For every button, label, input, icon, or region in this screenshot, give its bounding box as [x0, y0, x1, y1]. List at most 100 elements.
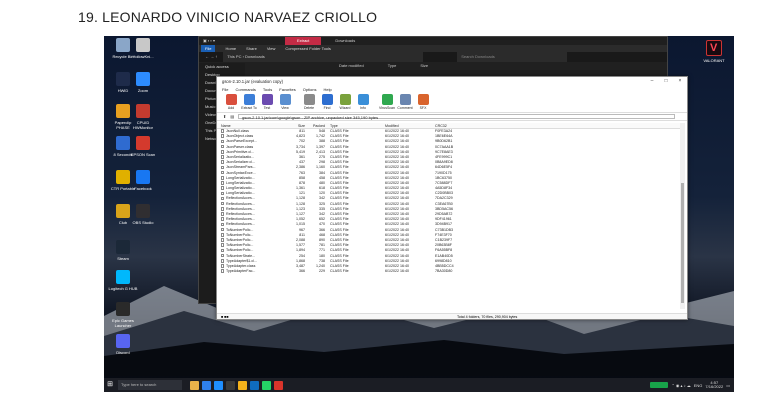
- desktop-shortcut[interactable]: OBS Studio: [128, 204, 158, 225]
- toolbar-button[interactable]: Info: [355, 93, 371, 112]
- column-header[interactable]: Type: [388, 63, 397, 68]
- valorant-shortcut[interactable]: VALORANT: [700, 40, 728, 63]
- taskbar-app-icon[interactable]: [202, 380, 211, 390]
- close-button[interactable]: ×: [673, 77, 687, 86]
- taskbar-app-icon[interactable]: [238, 380, 247, 390]
- menu-item[interactable]: Favorites: [279, 86, 295, 93]
- clock[interactable]: 4:57 7/16/2022: [705, 380, 724, 390]
- desktop-shortcut[interactable]: Facebook: [128, 170, 158, 191]
- taskbar-app-icon[interactable]: [262, 380, 271, 390]
- toolbar-icon: [225, 94, 237, 105]
- archive-icon: ▤: [230, 114, 235, 119]
- desktop-shortcut[interactable]: CPUID HWMonitor: [128, 104, 158, 130]
- file-name: ReflectionAcces...: [226, 217, 255, 222]
- notification-icon[interactable]: ▭: [726, 383, 730, 388]
- taskbar-app-icon[interactable]: [250, 380, 259, 390]
- taskbar-app-icon[interactable]: [274, 380, 283, 390]
- ribbon-tab[interactable]: View: [267, 45, 276, 52]
- file-icon: [221, 264, 224, 268]
- file-icon: [221, 248, 224, 253]
- file-name: ReflectionAcces...: [226, 196, 255, 201]
- archive-path[interactable]: gson-2.10.1.jar\com\google\gson - ZIP ar…: [238, 114, 675, 120]
- toolbar-icon: [417, 94, 429, 105]
- toolbar-button[interactable]: Extract To: [241, 93, 257, 112]
- desktop-shortcut[interactable]: EPSON Scan: [128, 136, 158, 157]
- language-indicator[interactable]: ENG: [694, 383, 703, 388]
- desktop-shortcut-label: Zoom: [137, 88, 149, 93]
- file-icon: [221, 175, 224, 180]
- scrollbar-thumb[interactable]: [681, 183, 684, 303]
- ribbon-tab[interactable]: Compressed Folder Tools: [285, 45, 331, 52]
- desktop-shortcut[interactable]: Steam: [108, 240, 138, 261]
- column-header[interactable]: Date modified: [339, 63, 364, 68]
- desktop-shortcut-label: Discord: [116, 350, 130, 355]
- desktop-shortcut-label: Epic Games Launcher: [112, 318, 134, 328]
- desktop-shortcut[interactable]: Epic Games Launcher: [108, 302, 138, 328]
- ribbon-tab[interactable]: Home: [225, 45, 236, 52]
- file-name: JsonSyntaxExce...: [226, 170, 256, 175]
- file-icon: [221, 227, 224, 232]
- toolbar-button[interactable]: Comment: [397, 93, 413, 112]
- menu-item[interactable]: Options: [303, 86, 317, 93]
- toolbar-icon: [357, 94, 369, 105]
- explorer-titlebar: ▣ ▪ ▪ ▾ Extract Downloads: [199, 37, 667, 45]
- quick-access-toolbar[interactable]: ▣ ▪ ▪ ▾: [203, 37, 215, 45]
- file-icon: [221, 129, 224, 133]
- up-folder-icon[interactable]: ⬆: [223, 113, 226, 120]
- ribbon-tab[interactable]: File: [201, 45, 216, 52]
- toolbar-icon: [381, 94, 393, 105]
- toolbar-button[interactable]: Add: [223, 93, 239, 112]
- toolbar-button[interactable]: Wizard: [337, 93, 353, 112]
- file-icon: [221, 222, 224, 227]
- toolbar-label: Comment: [397, 106, 413, 110]
- column-header[interactable]: Size: [420, 63, 428, 68]
- column-header[interactable]: Size: [283, 123, 305, 128]
- list-scrollbar[interactable]: [680, 123, 685, 309]
- desktop-shortcut[interactable]: Discord: [108, 334, 138, 355]
- address-bar[interactable]: This PC › Downloads: [223, 52, 424, 62]
- toolbar-label: Test: [263, 106, 271, 110]
- file-icon: [221, 191, 224, 196]
- extract-tab[interactable]: Extract: [284, 37, 322, 45]
- taskbar-app-icon[interactable]: [190, 380, 199, 390]
- desktop-shortcut-label: CPUID HWMonitor: [132, 120, 153, 130]
- menu-item[interactable]: Commands: [235, 86, 255, 93]
- toolbar-button[interactable]: Test: [259, 93, 275, 112]
- start-button[interactable]: ⊞: [104, 378, 116, 392]
- menu-item[interactable]: Tools: [263, 86, 272, 93]
- maximize-button[interactable]: □: [659, 77, 673, 86]
- taskbar-app-icon[interactable]: [214, 380, 223, 390]
- column-header[interactable]: CRC32: [435, 123, 475, 128]
- archive-title: gson-2.10.1.jar (evaluation copy): [222, 79, 283, 84]
- file-name: TypeAdapterFac...: [226, 269, 256, 274]
- toolbar-button[interactable]: Delete: [301, 93, 317, 112]
- taskbar-app-icon[interactable]: [226, 380, 235, 390]
- table-row[interactable]: TypeAdapterFac... 366 229 CLASS File 6/1/202…: [217, 269, 681, 274]
- toolbar-button[interactable]: SFX: [415, 93, 431, 112]
- column-header[interactable]: Modified: [385, 123, 435, 128]
- tray-app-icon[interactable]: [650, 382, 669, 388]
- desktop-shortcut[interactable]: Zoom: [128, 72, 158, 93]
- nav-arrows-icon[interactable]: ← → ↑: [205, 52, 217, 62]
- desktop-shortcut[interactable]: HollowKni...: [128, 38, 158, 59]
- valorant-label: VALORANT: [703, 58, 725, 63]
- column-header[interactable]: Packed: [305, 123, 325, 128]
- minimize-button[interactable]: –: [645, 77, 659, 86]
- archive-window[interactable]: gson-2.10.1.jar (evaluation copy) – □ × …: [216, 76, 688, 320]
- toolbar-button[interactable]: Find: [319, 93, 335, 112]
- explorer-search-input[interactable]: Search Downloads: [457, 52, 568, 62]
- desktop-shortcut[interactable]: Logitech G HUB: [108, 270, 138, 291]
- sidebar-item[interactable]: Quick access: [199, 63, 245, 71]
- menu-item[interactable]: Help: [324, 86, 332, 93]
- taskbar-search-input[interactable]: Type here to search: [118, 380, 182, 390]
- column-header[interactable]: Type: [325, 123, 385, 128]
- clock-date: 7/16/2022: [705, 384, 724, 389]
- column-header[interactable]: Name: [217, 123, 283, 128]
- file-icon: [221, 144, 224, 149]
- tray-icons[interactable]: ⌃ ◉ ▴ ♪ ☁: [671, 383, 690, 388]
- toolbar-button[interactable]: View: [277, 93, 293, 112]
- ribbon-tab[interactable]: Share: [246, 45, 257, 52]
- menu-item[interactable]: File: [222, 86, 228, 93]
- toolbar-button[interactable]: VirusScan: [379, 93, 395, 112]
- archive-path-row: ⬆ ▤ gson-2.10.1.jar\com\google\gson - ZI…: [217, 113, 687, 121]
